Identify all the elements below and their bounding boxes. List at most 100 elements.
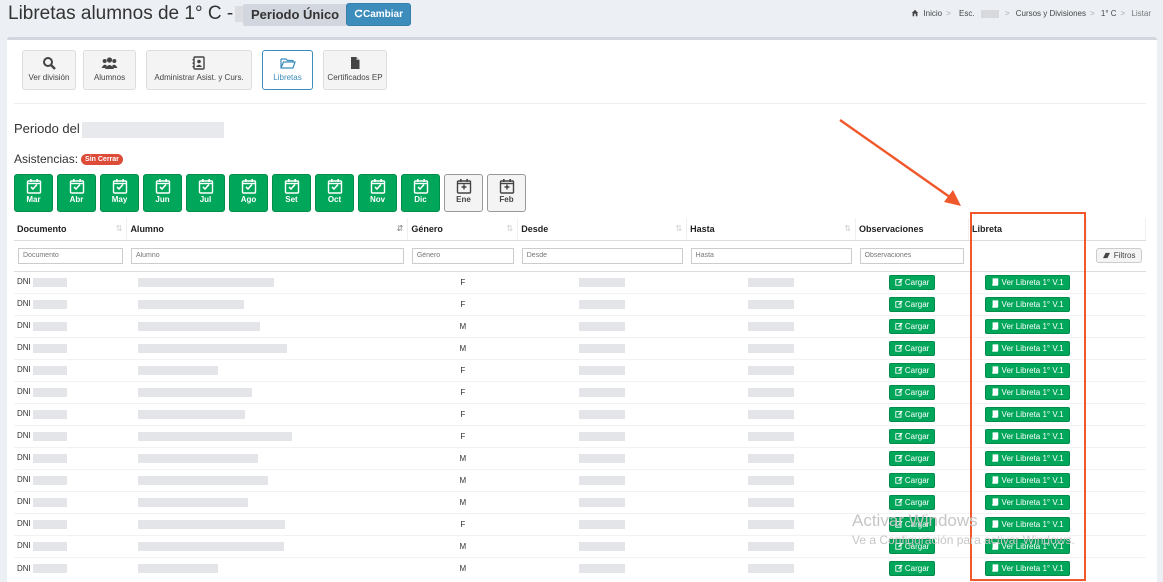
cell-libreta: Ver Libreta 1° V.1 — [968, 446, 1087, 469]
cell-observaciones: Cargar — [855, 292, 969, 315]
cargar-button[interactable]: Cargar — [888, 494, 936, 510]
month-button-may[interactable]: May — [100, 174, 139, 212]
month-label: Abr — [69, 195, 84, 204]
cell-documento: DNI — [14, 556, 127, 579]
cell-alumno — [126, 402, 408, 425]
ver-libreta-button[interactable]: Ver Libreta 1° V.1 — [985, 406, 1070, 422]
ver-libreta-button[interactable]: Ver Libreta 1° V.1 — [985, 428, 1070, 444]
table-row: DNI M Cargar Ver Libreta 1° V.1 — [14, 446, 1146, 469]
cell-alumno — [126, 534, 408, 557]
cargar-button[interactable]: Cargar — [888, 340, 936, 356]
month-button-ago[interactable]: Ago — [229, 174, 268, 212]
ver-libreta-button[interactable]: Ver Libreta 1° V.1 — [985, 318, 1070, 334]
month-button-abr[interactable]: Abr — [57, 174, 96, 212]
calendar-plus-icon — [499, 179, 514, 194]
ver-division-button[interactable]: Ver división — [22, 50, 76, 90]
cell-desde — [517, 270, 687, 293]
col-actions — [1086, 218, 1147, 241]
breadcrumb-curso[interactable]: 1° C — [1101, 9, 1117, 18]
month-button-feb[interactable]: Feb — [487, 174, 526, 212]
certificados-button[interactable]: Certificados EP — [323, 50, 387, 90]
cell-genero: F — [407, 270, 518, 293]
cell-libreta: Ver Libreta 1° V.1 — [968, 534, 1087, 557]
cargar-button[interactable]: Cargar — [888, 296, 936, 312]
ver-libreta-button[interactable]: Ver Libreta 1° V.1 — [985, 560, 1070, 576]
cell-libreta: Ver Libreta 1° V.1 — [968, 314, 1087, 337]
cargar-button[interactable]: Cargar — [888, 538, 936, 554]
cell-genero: M — [407, 556, 518, 579]
col-alumno[interactable]: Alumno ⇵ — [126, 218, 409, 241]
cell-desde — [517, 490, 687, 513]
cell-genero: M — [407, 468, 518, 491]
cell-alumno — [126, 314, 408, 337]
filter-alumno[interactable] — [130, 247, 404, 264]
col-observaciones[interactable]: Observaciones — [855, 218, 969, 241]
cargar-button[interactable]: Cargar — [888, 318, 936, 334]
breadcrumb-esc[interactable]: Esc. — [957, 9, 1001, 18]
month-button-ene[interactable]: Ene — [444, 174, 483, 212]
book-icon — [992, 564, 999, 572]
administrar-asist-button[interactable]: Administrar Asist. y Curs. — [146, 50, 252, 90]
breadcrumb-cursos[interactable]: Cursos y Divisiones — [1016, 9, 1086, 18]
filter-desde[interactable] — [521, 247, 683, 264]
libretas-button[interactable]: Libretas — [262, 50, 313, 90]
col-hasta[interactable]: Hasta ⇅ — [686, 218, 857, 241]
col-genero[interactable]: Género ⇅ — [407, 218, 519, 241]
alumnos-button[interactable]: Alumnos — [83, 50, 136, 90]
cargar-button[interactable]: Cargar — [888, 274, 936, 290]
cell-hasta — [686, 512, 856, 535]
filter-row: Filtros — [14, 240, 1146, 272]
filter-genero[interactable] — [411, 247, 514, 264]
filtros-button[interactable]: Filtros — [1096, 248, 1142, 263]
ver-libreta-button[interactable]: Ver Libreta 1° V.1 — [985, 340, 1070, 356]
ver-libreta-button[interactable]: Ver Libreta 1° V.1 — [985, 274, 1070, 290]
ver-libreta-button[interactable]: Ver Libreta 1° V.1 — [985, 494, 1070, 510]
cell-desde — [517, 314, 687, 337]
cell-hasta — [686, 336, 856, 359]
cargar-button[interactable]: Cargar — [888, 362, 936, 378]
redacted-periodo — [81, 121, 224, 138]
ver-libreta-button[interactable]: Ver Libreta 1° V.1 — [985, 384, 1070, 400]
cell-observaciones: Cargar — [855, 490, 969, 513]
month-button-dic[interactable]: Dic — [401, 174, 440, 212]
month-button-oct[interactable]: Oct — [315, 174, 354, 212]
cargar-button[interactable]: Cargar — [888, 406, 936, 422]
filter-observaciones[interactable] — [859, 247, 965, 264]
eraser-icon — [1103, 252, 1111, 259]
cargar-button[interactable]: Cargar — [888, 384, 936, 400]
cargar-button[interactable]: Cargar — [888, 560, 936, 576]
month-button-set[interactable]: Set — [272, 174, 311, 212]
ver-libreta-button[interactable]: Ver Libreta 1° V.1 — [985, 472, 1070, 488]
table-row: DNI F Cargar Ver Libreta 1° V.1 — [14, 424, 1146, 447]
month-button-mar[interactable]: Mar — [14, 174, 53, 212]
cargar-button[interactable]: Cargar — [888, 516, 936, 532]
col-documento[interactable]: Documento ⇅ — [14, 218, 128, 241]
month-button-nov[interactable]: Nov — [358, 174, 397, 212]
cell-genero: F — [407, 380, 518, 403]
cell-hasta — [686, 380, 856, 403]
month-button-jun[interactable]: Jun — [143, 174, 182, 212]
edit-icon — [895, 278, 903, 286]
cargar-button[interactable]: Cargar — [888, 428, 936, 444]
cell-observaciones: Cargar — [855, 380, 969, 403]
month-button-jul[interactable]: Jul — [186, 174, 225, 212]
col-libreta: Libreta — [968, 218, 1087, 241]
filter-documento[interactable] — [18, 247, 123, 264]
cell-libreta: Ver Libreta 1° V.1 — [968, 424, 1087, 447]
breadcrumb-inicio[interactable]: Inicio — [923, 9, 942, 18]
cell-desde — [517, 512, 687, 535]
cell-observaciones: Cargar — [855, 314, 969, 337]
cambiar-button[interactable]: Cambiar — [346, 3, 412, 26]
ver-libreta-button[interactable]: Ver Libreta 1° V.1 — [985, 450, 1070, 466]
cargar-button[interactable]: Cargar — [888, 450, 936, 466]
book-icon — [992, 343, 999, 352]
ver-libreta-button[interactable]: Ver Libreta 1° V.1 — [985, 538, 1070, 554]
ver-libreta-button[interactable]: Ver Libreta 1° V.1 — [985, 516, 1070, 532]
cell-libreta: Ver Libreta 1° V.1 — [968, 358, 1087, 381]
col-desde[interactable]: Desde ⇅ — [517, 218, 688, 241]
ver-libreta-button[interactable]: Ver Libreta 1° V.1 — [985, 296, 1070, 312]
filter-hasta[interactable] — [690, 247, 852, 264]
cargar-button[interactable]: Cargar — [888, 472, 936, 488]
month-label: Jun — [155, 195, 170, 204]
ver-libreta-button[interactable]: Ver Libreta 1° V.1 — [985, 362, 1070, 378]
